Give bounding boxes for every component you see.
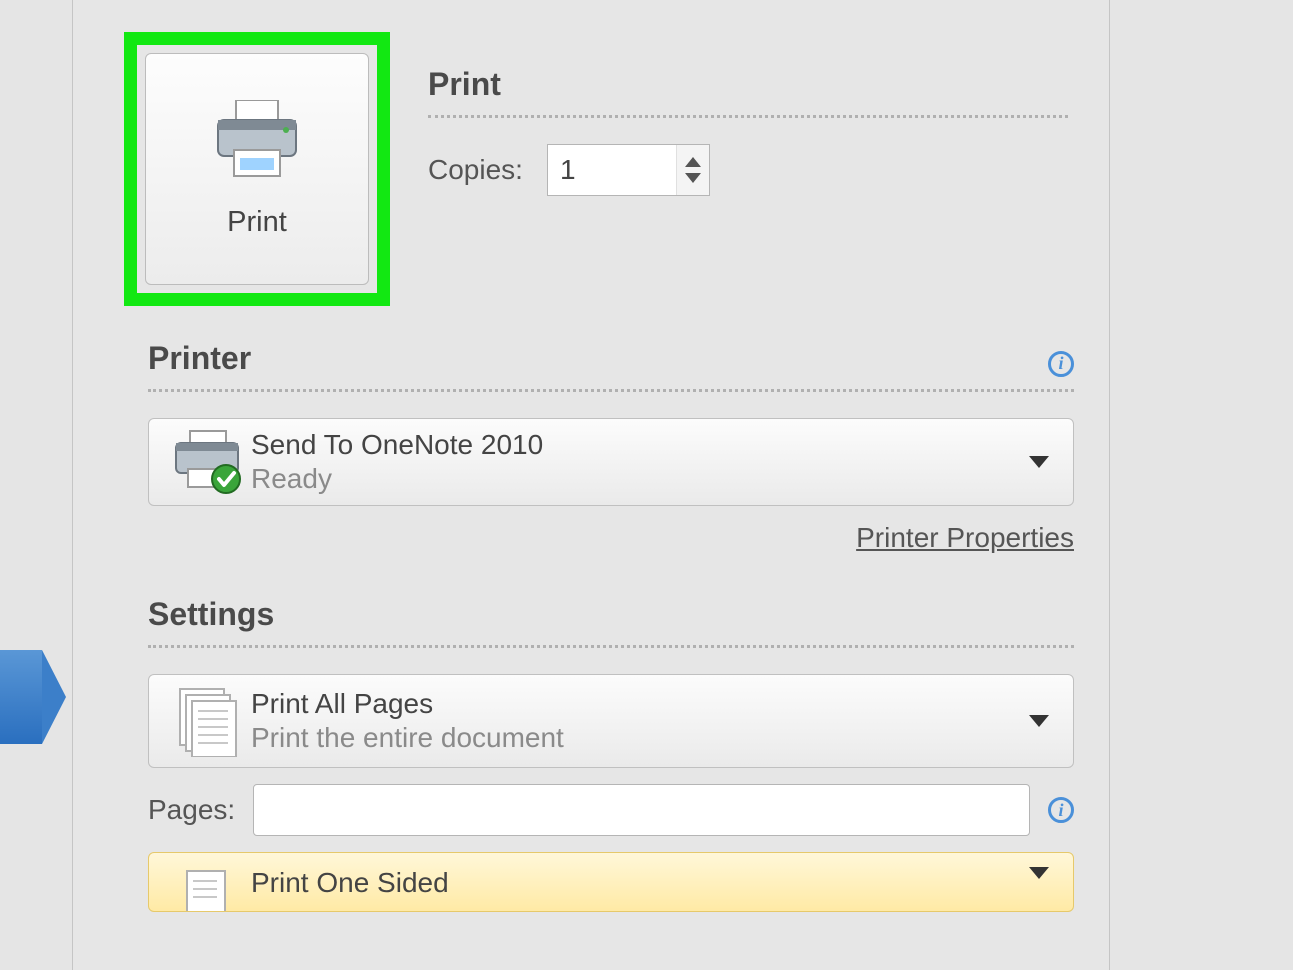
- copies-spinner[interactable]: [547, 144, 710, 196]
- chevron-down-icon: [1029, 456, 1049, 468]
- spinner-down-icon[interactable]: [685, 173, 701, 183]
- print-button[interactable]: Print: [145, 53, 369, 285]
- print-section-heading: Print: [428, 66, 1068, 103]
- pages-stack-icon: [167, 685, 251, 757]
- copies-input[interactable]: [548, 145, 676, 195]
- print-range-dropdown[interactable]: Print All Pages Print the entire documen…: [148, 674, 1074, 768]
- selected-printer-name: Send To OneNote 2010: [251, 429, 1029, 461]
- print-range-primary: Print All Pages: [251, 688, 1029, 720]
- single-page-icon: [167, 867, 251, 912]
- spinner-up-icon[interactable]: [685, 157, 701, 167]
- divider: [428, 115, 1068, 118]
- pages-label: Pages:: [148, 794, 235, 826]
- info-icon[interactable]: i: [1048, 797, 1074, 823]
- printer-properties-link[interactable]: Printer Properties: [148, 522, 1074, 554]
- copies-label: Copies:: [428, 154, 523, 186]
- print-range-secondary: Print the entire document: [251, 722, 1029, 754]
- highlight-frame: Print: [124, 32, 390, 306]
- info-icon[interactable]: i: [1048, 351, 1074, 377]
- chevron-down-icon: [1029, 867, 1049, 879]
- print-sides-primary: Print One Sided: [251, 867, 1029, 899]
- pages-input[interactable]: [253, 784, 1030, 836]
- selected-printer-status: Ready: [251, 463, 1029, 495]
- printer-icon: [212, 100, 302, 182]
- step-arrow-marker: [0, 650, 66, 744]
- print-backstage-panel: Print Print Copies: Printer i: [72, 0, 1110, 970]
- settings-section-heading: Settings: [148, 596, 1074, 633]
- chevron-down-icon: [1029, 715, 1049, 727]
- printer-ready-icon: [167, 429, 251, 495]
- printer-selector-dropdown[interactable]: Send To OneNote 2010 Ready: [148, 418, 1074, 506]
- print-button-label: Print: [227, 206, 287, 239]
- print-sides-dropdown[interactable]: Print One Sided: [148, 852, 1074, 912]
- printer-section-heading: Printer: [148, 340, 251, 377]
- divider: [148, 389, 1074, 392]
- divider: [148, 645, 1074, 648]
